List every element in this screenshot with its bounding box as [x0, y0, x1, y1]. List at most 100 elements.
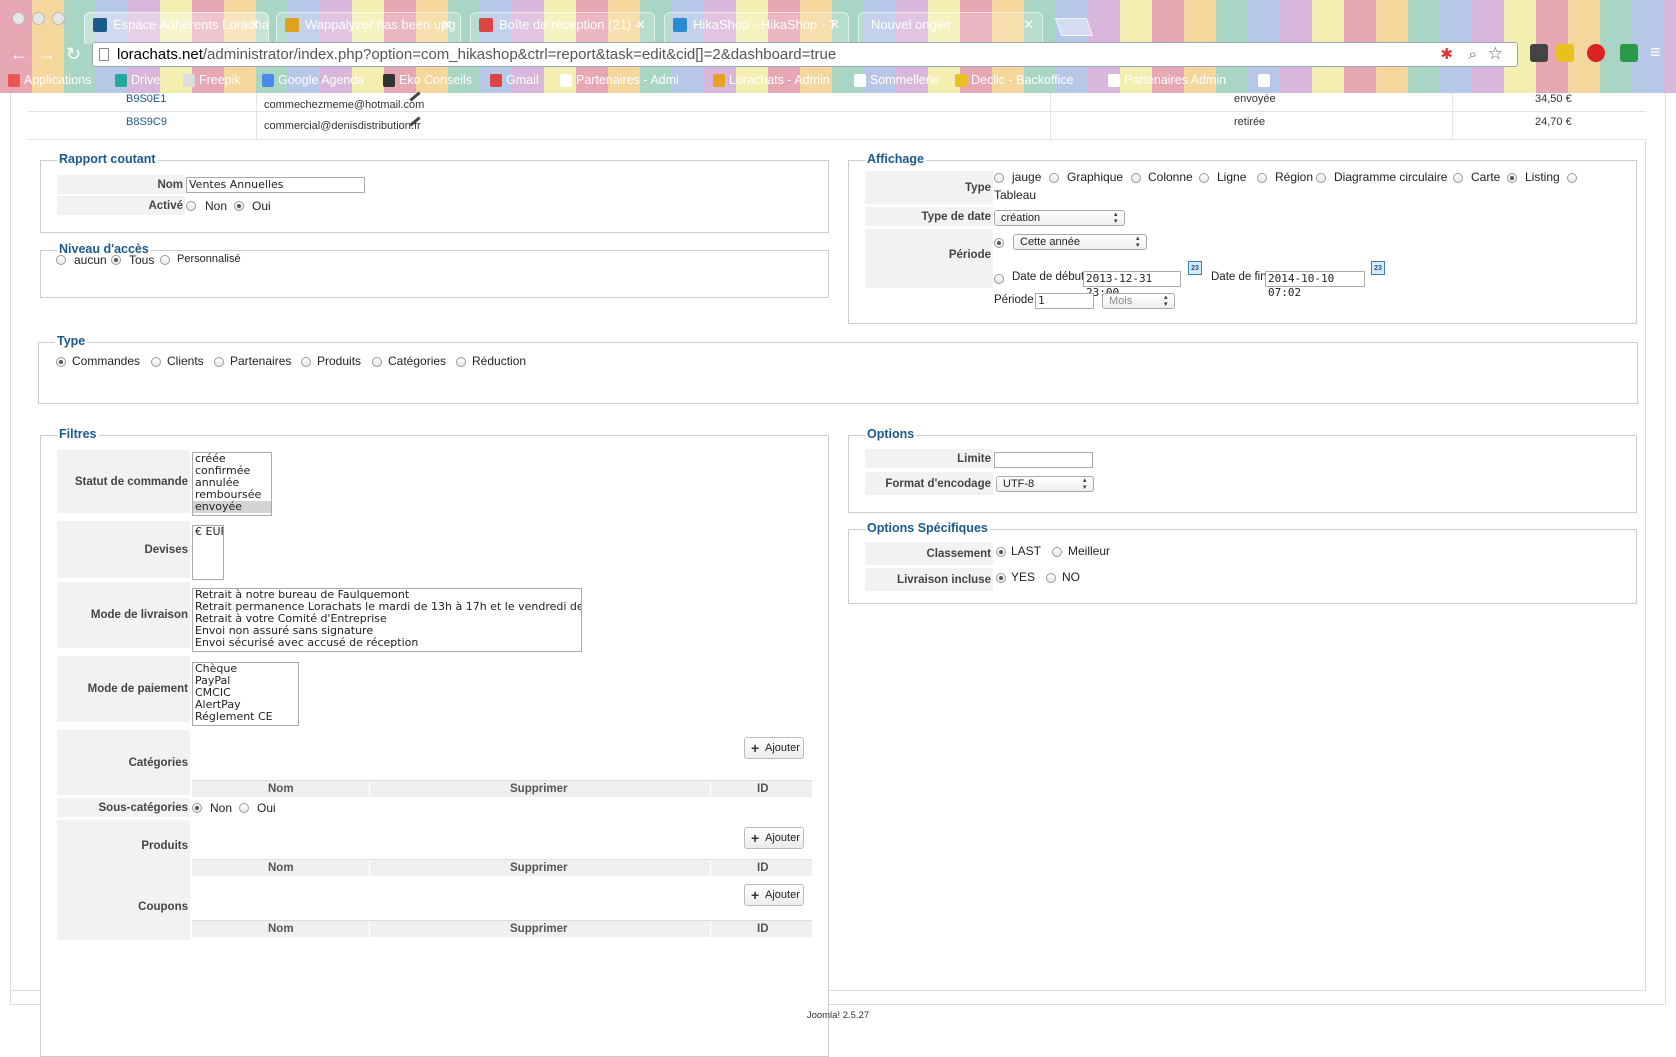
active-non-radio[interactable]: [186, 201, 196, 211]
periode-unit-select[interactable]: Mois: [1102, 293, 1175, 309]
table-row[interactable]: B8S9C9 commercial@denisdistribution.fr r…: [28, 112, 1646, 140]
star-icon[interactable]: ☆: [1488, 43, 1503, 65]
acces-aucun-radio[interactable]: [56, 255, 66, 265]
freepik-icon: [183, 74, 195, 87]
livraison-yes-radio[interactable]: [996, 573, 1006, 583]
type-commandes-radio[interactable]: [56, 357, 66, 367]
bookmark-lorachats-admin[interactable]: Lorachats - Admin: [713, 73, 830, 87]
periode-value-label: Période: [994, 294, 1034, 306]
active-label: Activé: [57, 196, 185, 216]
type-partenaires-radio[interactable]: [214, 357, 224, 367]
zoom-icon[interactable]: ⌕: [1469, 43, 1477, 66]
periode-preset-radio[interactable]: [994, 238, 1004, 248]
bookmark-drive[interactable]: Drive: [115, 73, 160, 87]
page-icon: [560, 74, 572, 87]
type-jauge-radio[interactable]: [994, 173, 1004, 183]
calendar-icon[interactable]: 23: [1371, 261, 1385, 275]
colorpicker-icon[interactable]: [1530, 44, 1548, 62]
col-supprimer: Supprimer: [510, 862, 568, 874]
type-colonne-radio[interactable]: [1131, 173, 1141, 183]
date-fin-input[interactable]: 2014-10-10 07:02: [1265, 271, 1365, 299]
type-tableau-radio[interactable]: [1567, 173, 1577, 183]
list-item[interactable]: Réglement CE: [193, 711, 298, 723]
acces-personnalise-radio[interactable]: [160, 255, 170, 265]
close-icon[interactable]: ✕: [441, 13, 452, 37]
list-item[interactable]: € EUR: [193, 526, 223, 538]
date-debut-input[interactable]: 2013-12-31 23:00: [1083, 271, 1181, 299]
add-produit-button[interactable]: + Ajouter: [744, 827, 804, 849]
type-graphique-radio[interactable]: [1049, 173, 1059, 183]
classement-meilleur-label: Meilleur: [1068, 544, 1111, 558]
tab-label: Espace Adhérents Lorachats: [113, 17, 269, 32]
bookmark-declic[interactable]: Declic - Backoffice: [955, 73, 1074, 87]
minimize-window-button[interactable]: [32, 12, 45, 25]
periode-custom-radio[interactable]: [994, 274, 1004, 284]
calendar-icon[interactable]: 23: [1188, 261, 1202, 275]
add-categorie-button[interactable]: + Ajouter: [744, 737, 804, 759]
nom-input[interactable]: Ventes Annuelles: [186, 177, 365, 193]
table-row[interactable]: B9S0E1 commechezmeme@hotmail.com envoyée…: [28, 91, 1646, 121]
bookmark-freepik[interactable]: Freepik: [183, 73, 241, 87]
list-item[interactable]: envoyée: [193, 501, 271, 513]
bookmark-partenaires-admi[interactable]: Partenaires - Admi: [560, 73, 679, 87]
devises-listbox[interactable]: € EUR: [192, 525, 224, 580]
type-legend: Type: [55, 334, 88, 348]
type-clients-radio[interactable]: [151, 357, 161, 367]
reload-icon[interactable]: ↻: [66, 44, 81, 64]
col-id: ID: [757, 862, 769, 874]
type-ligne-radio[interactable]: [1199, 173, 1209, 183]
add-coupon-button[interactable]: + Ajouter: [744, 884, 804, 906]
adblock-icon[interactable]: [1587, 44, 1605, 62]
type-diagramme-radio[interactable]: [1316, 173, 1326, 183]
bookmark-partenaires-admin[interactable]: Partenaires Admin: [1108, 73, 1226, 87]
order-code[interactable]: B9S0E1: [126, 93, 166, 105]
periode-label: Période: [865, 229, 993, 289]
limite-input[interactable]: [994, 452, 1093, 468]
address-bar[interactable]: lorachats.net/administrator/index.php?op…: [92, 42, 1518, 67]
joomla-detect-icon[interactable]: ✱: [1440, 43, 1453, 66]
sous-categories-oui-radio[interactable]: [239, 803, 249, 813]
livraison-listbox[interactable]: Retrait à notre bureau de Faulquemont Re…: [192, 588, 582, 652]
html5-icon[interactable]: [1620, 44, 1638, 62]
bookmark-gmail[interactable]: Gmail: [490, 73, 539, 87]
close-icon[interactable]: ✕: [635, 13, 646, 37]
date-type-select[interactable]: création: [994, 210, 1125, 226]
ruler-icon[interactable]: [1556, 44, 1574, 62]
classement-meilleur-radio[interactable]: [1052, 547, 1062, 557]
sous-categories-non-label: Non: [210, 801, 233, 815]
bookmark-eko[interactable]: Eko Conseils: [383, 73, 472, 87]
paiement-listbox[interactable]: Chèque PayPal CMCIC AlertPay Réglement C…: [192, 662, 299, 726]
active-oui-radio[interactable]: [234, 201, 244, 211]
type-listing-radio[interactable]: [1507, 173, 1517, 183]
back-icon[interactable]: ←: [10, 44, 28, 64]
type-produits-radio[interactable]: [301, 357, 311, 367]
forward-icon[interactable]: →: [38, 44, 56, 64]
classement-last-radio[interactable]: [996, 547, 1006, 557]
periode-value-input[interactable]: 1: [1035, 293, 1094, 309]
type-categories-radio[interactable]: [372, 357, 382, 367]
encodage-select[interactable]: UTF-8: [996, 476, 1094, 492]
bookmark-applications[interactable]: Applications: [8, 73, 91, 87]
close-icon[interactable]: ✕: [1023, 13, 1034, 37]
close-window-button[interactable]: [12, 12, 25, 25]
zoom-window-button[interactable]: [52, 12, 65, 25]
menu-icon[interactable]: ≡: [1650, 42, 1661, 62]
type-produits-label: Produits: [317, 354, 362, 368]
order-code[interactable]: B8S9C9: [126, 116, 167, 128]
type-region-radio[interactable]: [1257, 173, 1267, 183]
acces-tous-radio[interactable]: [111, 255, 121, 265]
limite-label: Limite: [865, 449, 993, 469]
new-tab-button[interactable]: [1054, 18, 1094, 36]
sous-categories-non-radio[interactable]: [192, 803, 202, 813]
close-icon[interactable]: ✕: [249, 13, 260, 37]
close-icon[interactable]: ✕: [829, 13, 840, 37]
periode-select[interactable]: Cette année: [1013, 234, 1147, 250]
livraison-no-radio[interactable]: [1046, 573, 1056, 583]
type-reduction-radio[interactable]: [456, 357, 466, 367]
list-item[interactable]: Envoi sécurisé avec accusé de réception: [193, 637, 581, 649]
type-carte-radio[interactable]: [1453, 173, 1463, 183]
bookmark-google-agenda[interactable]: Google Agenda: [262, 73, 364, 87]
bookmark-sommellerie[interactable]: Sommellerie: [854, 73, 939, 87]
type-tableau-label: Tableau: [994, 188, 1037, 202]
statut-listbox[interactable]: créée confirmée annulée remboursée envoy…: [192, 452, 272, 516]
